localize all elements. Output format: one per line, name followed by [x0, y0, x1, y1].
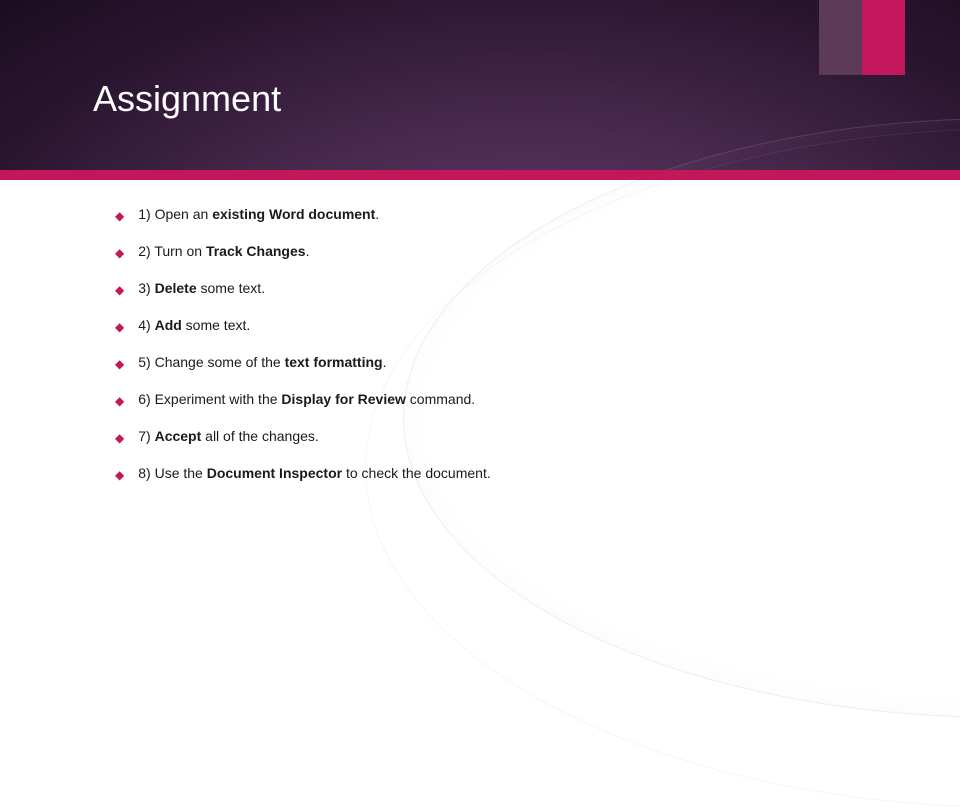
tab-decoration-dark — [819, 0, 862, 75]
list-item-text: 5) Change some of the text formatting. — [138, 354, 386, 370]
diamond-bullet-icon: ◆ — [115, 283, 124, 297]
diamond-bullet-icon: ◆ — [115, 357, 124, 371]
list-item: ◆ 7) Accept all of the changes. — [115, 428, 875, 444]
diamond-bullet-icon: ◆ — [115, 246, 124, 260]
list-item: ◆ 3) Delete some text. — [115, 280, 875, 296]
slide-header: Assignment — [0, 0, 960, 170]
list-item-text: 4) Add some text. — [138, 317, 250, 333]
diamond-bullet-icon: ◆ — [115, 431, 124, 445]
assignment-list: ◆ 1) Open an existing Word document. ◆ 2) T… — [115, 206, 875, 502]
list-item-text: 2) Turn on Track Changes. — [138, 243, 309, 259]
accent-stripe — [0, 170, 960, 180]
list-item: ◆ 2) Turn on Track Changes. — [115, 243, 875, 259]
diamond-bullet-icon: ◆ — [115, 394, 124, 408]
list-item-text: 1) Open an existing Word document. — [138, 206, 379, 222]
list-item: ◆ 1) Open an existing Word document. — [115, 206, 875, 222]
tab-decoration-accent — [862, 0, 905, 75]
list-item-text: 3) Delete some text. — [138, 280, 265, 296]
list-item: ◆ 6) Experiment with the Display for Revi… — [115, 391, 875, 407]
list-item: ◆ 4) Add some text. — [115, 317, 875, 333]
list-item-text: 8) Use the Document Inspector to check t… — [138, 465, 490, 481]
diamond-bullet-icon: ◆ — [115, 468, 124, 482]
page-title: Assignment — [93, 78, 281, 120]
diamond-bullet-icon: ◆ — [115, 320, 124, 334]
list-item-text: 7) Accept all of the changes. — [138, 428, 319, 444]
diamond-bullet-icon: ◆ — [115, 209, 124, 223]
list-item: ◆ 5) Change some of the text formatting. — [115, 354, 875, 370]
list-item-text: 6) Experiment with the Display for Revie… — [138, 391, 475, 407]
corner-tabs — [819, 0, 905, 75]
list-item: ◆ 8) Use the Document Inspector to check … — [115, 465, 875, 481]
